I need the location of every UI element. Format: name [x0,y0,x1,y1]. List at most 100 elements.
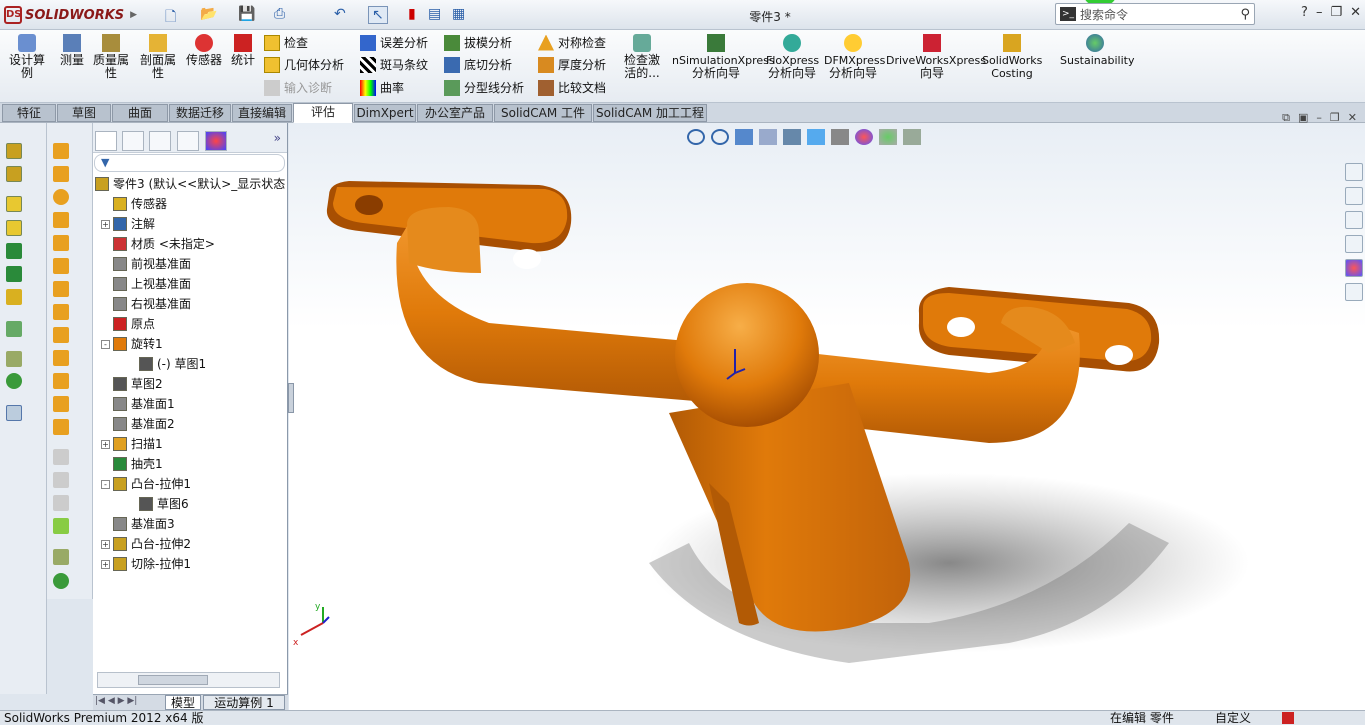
view-triad[interactable]: y x [293,602,330,648]
sensor-button[interactable]: 传感器 [184,34,224,67]
measure-button[interactable]: 测量 [58,34,86,67]
tree-item[interactable]: + 扫描1 [101,434,163,454]
flex-icon[interactable] [53,304,69,320]
wrap-icon[interactable] [53,189,69,205]
instant3d-icon[interactable] [6,405,22,421]
search-input[interactable]: 搜索命令 [1080,6,1240,23]
solidworks-resources-icon[interactable] [1345,163,1363,181]
close-icon[interactable]: ✕ [1350,5,1361,20]
expand-toggle-icon[interactable]: + [101,539,110,549]
minimize-icon[interactable]: – [1316,5,1323,20]
solidworks-logo[interactable]: DS SOLIDWORKS ▶ [4,5,137,25]
expand-toggle-icon[interactable]: - [101,339,110,349]
reference-geometry-icon[interactable] [6,351,22,367]
mass-properties-button[interactable]: 质量属性 [92,34,130,80]
open-file-icon[interactable]: 📂 [200,6,217,22]
dfmxpress-button[interactable]: DFMXpress 分析向导 [824,34,885,80]
file-properties-icon[interactable]: ▤ [428,6,441,22]
save-icon[interactable]: 💾 [238,6,255,22]
dimxpert-manager-tab-icon[interactable] [177,131,199,151]
tree-item[interactable]: 前视基准面 [101,254,191,274]
tree-item[interactable]: + 注解 [101,214,155,234]
thickness-analysis-button[interactable]: 厚度分析 [538,56,606,73]
indent-icon[interactable] [53,281,69,297]
tree-item[interactable]: 原点 [101,314,155,334]
tab-direct-editing[interactable]: 直接编辑 [232,104,292,122]
tab-solidcam-machining[interactable]: SolidCAM 加工工程 [593,104,707,122]
split-icon[interactable] [53,350,69,366]
property-manager-tab-icon[interactable] [122,131,144,151]
curvature-button[interactable]: 曲率 [360,79,404,96]
tree-item[interactable]: 抽壳1 [101,454,163,474]
panel-splitter-handle[interactable] [288,383,294,413]
print-icon[interactable]: ⎙ [274,6,285,22]
design-study-button[interactable]: 设计算例 [8,34,46,80]
tree-item[interactable]: 基准面2 [101,414,175,434]
tab-dimxpert[interactable]: DimXpert [354,104,416,122]
tab-solidcam-stock[interactable]: SolidCAM 工件 [494,104,592,122]
driveworksxpress-button[interactable]: DriveWorksXpress 向导 [886,34,986,80]
expand-toggle-icon[interactable]: + [101,559,110,569]
linear-pattern-icon[interactable] [6,321,22,337]
tree-item[interactable]: 传感器 [101,194,167,214]
new-file-icon[interactable]: 🗋 [165,6,176,30]
search-box[interactable]: >_ 搜索命令 ⚲ [1055,3,1255,25]
curves-2-icon[interactable] [53,573,69,589]
intersect-icon[interactable] [53,327,69,343]
tree-item[interactable]: 右视基准面 [101,294,191,314]
units-icon[interactable] [1282,712,1294,724]
section-properties-button[interactable]: 剖面属性 [138,34,178,80]
check-button[interactable]: 检查 [264,34,308,51]
extrude-cut-icon[interactable] [6,243,22,259]
tab-office-products[interactable]: 办公室产品 [417,104,493,122]
search-icon[interactable]: ⚲ [1240,7,1250,22]
design-library-icon[interactable] [1345,187,1363,205]
help-icon[interactable]: ? [1301,5,1308,20]
tree-item[interactable]: 上视基准面 [101,274,191,294]
simulationxpress-button[interactable]: nSimulationXpress 分析向导 [672,34,775,80]
sustainability-button[interactable]: Sustainability [1060,34,1134,67]
custom-properties-icon[interactable] [1345,283,1363,301]
move-body-icon[interactable] [53,373,69,389]
tab-nav-arrows[interactable]: |◀ ◀ ▶ ▶| [95,696,137,706]
options-icon[interactable]: ▦ [452,6,465,22]
revolve-boss-icon[interactable] [6,166,22,182]
view-palette-icon[interactable] [1345,235,1363,253]
expand-toggle-icon[interactable]: - [101,479,110,489]
configuration-manager-tab-icon[interactable] [149,131,171,151]
floxpress-button[interactable]: FloXpress 分析向导 [766,34,819,80]
compare-documents-button[interactable]: 比较文档 [538,79,606,96]
tab-evaluate[interactable]: 评估 [293,103,353,123]
check-active-button[interactable]: 检查激活的... [622,34,662,80]
zebra-stripes-button[interactable]: 斑马条纹 [360,56,428,73]
tree-item[interactable]: 材质 <未指定> [101,234,215,254]
shape-icon[interactable] [53,235,69,251]
tab-sketch[interactable]: 草图 [57,104,111,122]
model-3d-view[interactable]: y x [289,123,1365,710]
tree-item[interactable]: + 凸台-拉伸2 [101,534,191,554]
fillet-icon[interactable] [6,289,22,305]
file-explorer-icon[interactable] [1345,211,1363,229]
tree-item[interactable]: 草图2 [101,374,163,394]
rib-icon[interactable] [53,143,69,159]
combine-icon[interactable] [53,396,69,412]
sweep-boss-icon[interactable] [6,196,22,212]
draft-icon[interactable] [53,166,69,182]
tree-filter[interactable]: ▼ [94,154,285,172]
surface-tool-icon[interactable] [53,518,69,534]
tab-features[interactable]: 特征 [2,104,56,122]
appearances-icon[interactable] [1345,259,1363,277]
geometry-analysis-button[interactable]: 几何体分析 [264,56,344,73]
mirror-icon[interactable] [53,419,69,435]
statistics-button[interactable]: 统计 [228,34,258,67]
symmetry-check-button[interactable]: 对称检查 [538,34,606,51]
display-manager-tab-icon[interactable] [205,131,227,151]
tab-surfaces[interactable]: 曲面 [112,104,168,122]
deform-icon[interactable] [53,258,69,274]
expand-toggle-icon[interactable]: + [101,439,110,449]
select-icon[interactable]: ↖ [368,6,388,24]
feature-tree-tab-icon[interactable] [95,131,117,151]
status-custom[interactable]: 自定义 [1215,711,1251,725]
horizontal-scrollbar[interactable] [97,672,280,688]
restore-icon[interactable]: ❐ [1330,5,1342,20]
